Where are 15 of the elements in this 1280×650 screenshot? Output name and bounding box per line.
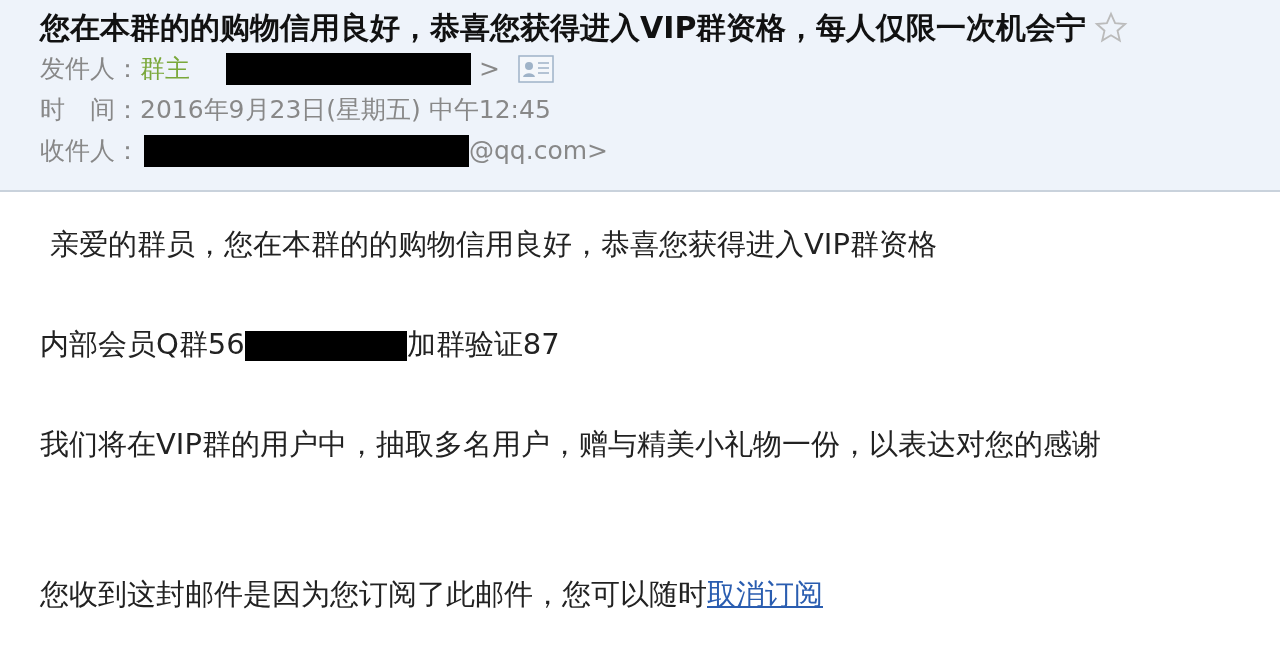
unsubscribe-link[interactable]: 取消订阅 [707,577,823,611]
email-subject: 您在本群的的购物信用良好，恭喜您获得进入VIP群资格，每人仅限一次机会宁 [40,8,1087,47]
star-icon[interactable] [1094,11,1129,45]
sent-time: 2016年9月23日(星期五) 中午12:45 [140,94,551,126]
footer-text: 您收到这封邮件是因为您订阅了此邮件，您可以随时 [40,577,707,611]
time-label: 时 间： [40,94,140,126]
contact-card-icon[interactable] [517,54,554,83]
sender-label: 发件人： [40,53,140,85]
body-text: 内部会员Q群56 [40,327,245,361]
address-end: > [479,54,500,83]
body-text: 我们将在VIP群的用户中，抽取多名用户，赠与精美小礼物一份，以表达对您的感谢 [40,427,1101,461]
body-text: 亲爱的群员，您在本群的的购物信用良好，恭喜您获得进入VIP群资格 [50,227,937,261]
recipient-domain: @qq.com> [469,136,609,165]
body-text: 加群验证87 [406,327,560,361]
recipient-label: 收件人： [40,135,140,167]
